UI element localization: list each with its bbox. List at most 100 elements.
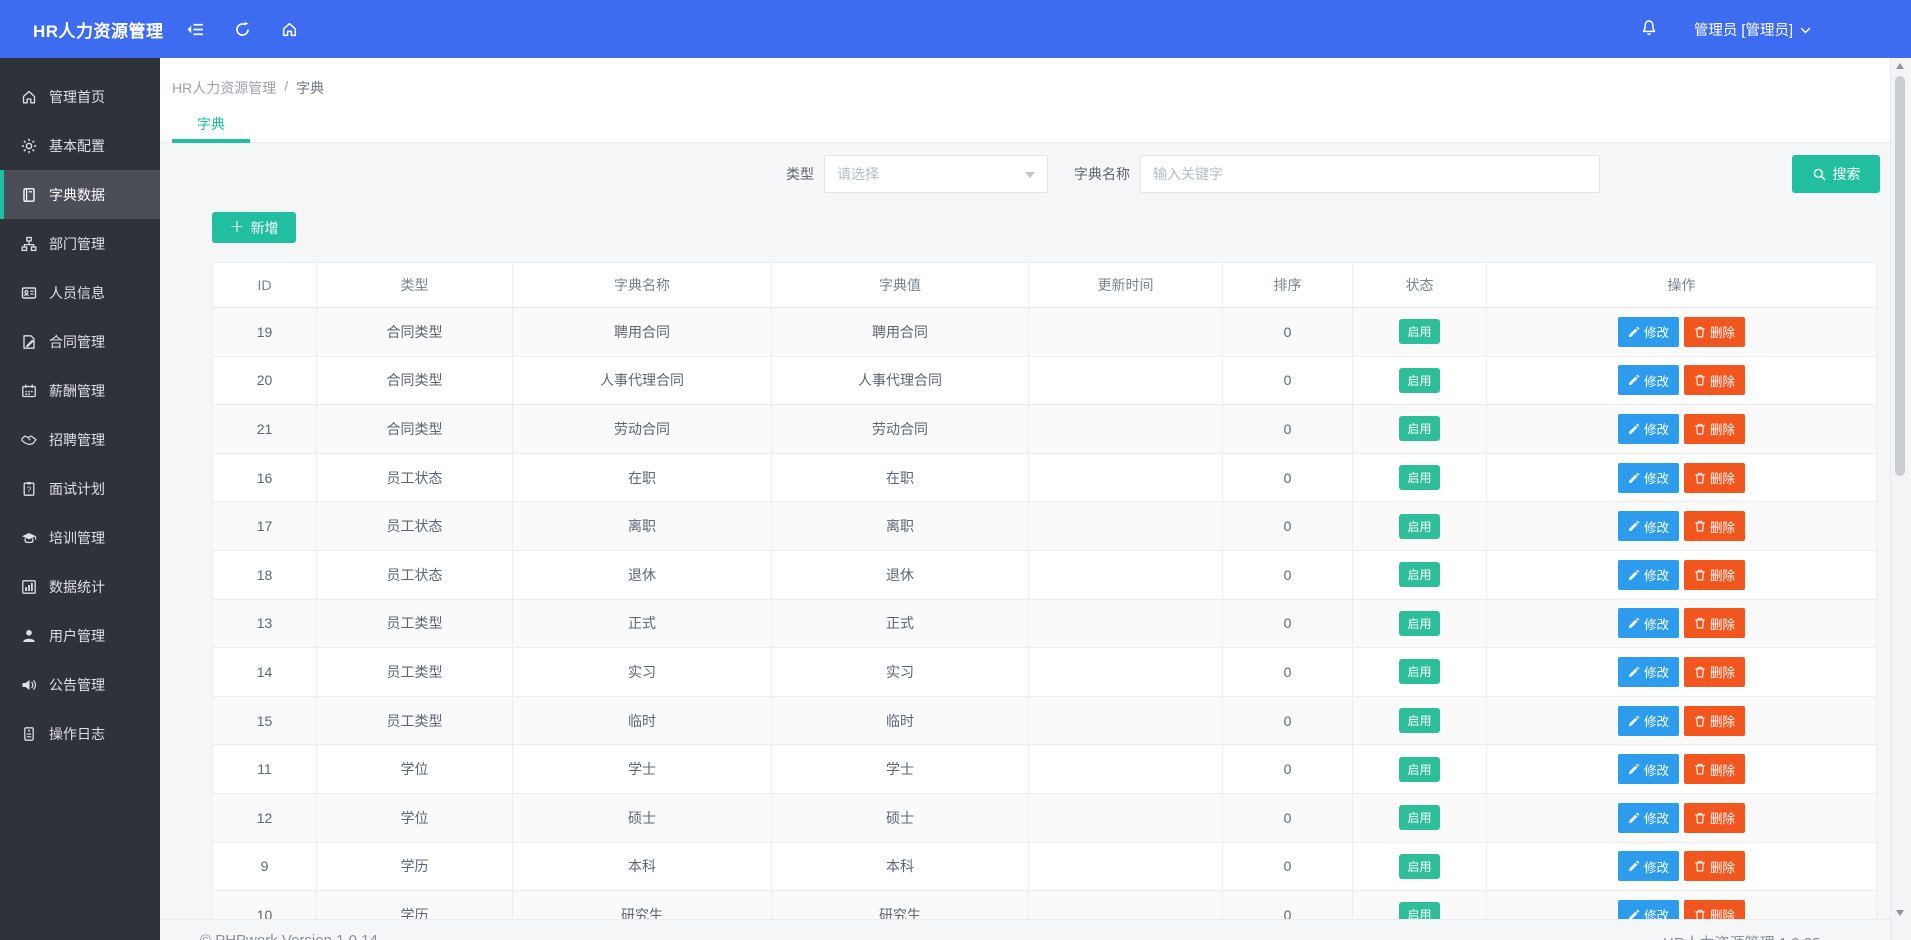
edit-button[interactable]: 修改	[1618, 511, 1679, 541]
delete-button[interactable]: 删除	[1684, 463, 1745, 493]
edit-button[interactable]: 修改	[1618, 608, 1679, 638]
salary-icon	[20, 382, 37, 399]
sidebar-item-2[interactable]: 字典数据	[0, 170, 160, 219]
edit-button[interactable]: 修改	[1618, 365, 1679, 395]
edit-button-label: 修改	[1644, 662, 1669, 681]
cell-updated-time	[1029, 697, 1223, 745]
delete-button[interactable]: 删除	[1684, 560, 1745, 590]
column-label: ID	[258, 277, 272, 293]
cell-dict-value: 退休	[772, 551, 1029, 599]
cell-dict-value: 聘用合同	[772, 308, 1029, 356]
user-menu[interactable]: 管理员 [管理员]	[1694, 19, 1811, 40]
edit-button[interactable]: 修改	[1618, 463, 1679, 493]
sidebar-item-13[interactable]: 操作日志	[0, 709, 160, 758]
delete-button[interactable]: 删除	[1684, 754, 1745, 784]
row-actions: 修改删除	[1618, 803, 1745, 833]
sidebar-item-1[interactable]: 基本配置	[0, 121, 160, 170]
delete-button[interactable]: 删除	[1684, 851, 1745, 881]
footer: © PHPwork Version 1.0.14 HR人力资源管理 1.0.35	[160, 919, 1890, 940]
table-row-10: 12学位硕士硕士0启用修改删除	[213, 794, 1876, 843]
edit-button-label: 修改	[1644, 419, 1669, 438]
cell-dict-name: 本科	[513, 843, 772, 891]
sidebar-item-7[interactable]: 招聘管理	[0, 415, 160, 464]
user-label: 管理员 [管理员]	[1694, 19, 1793, 40]
delete-button-label: 删除	[1710, 565, 1735, 584]
cell-type: 学位	[317, 745, 513, 793]
sidebar-item-3[interactable]: 部门管理	[0, 219, 160, 268]
delete-button[interactable]: 删除	[1684, 414, 1745, 444]
scrollbar-thumb[interactable]	[1895, 76, 1905, 476]
edit-button[interactable]: 修改	[1618, 803, 1679, 833]
row-actions: 修改删除	[1618, 754, 1745, 784]
sidebar-item-0[interactable]: 管理首页	[0, 72, 160, 121]
cell-actions: 修改删除	[1487, 697, 1876, 745]
delete-button[interactable]: 删除	[1684, 317, 1745, 347]
sidebar-item-9[interactable]: 培训管理	[0, 513, 160, 562]
bell-icon[interactable]	[1640, 19, 1660, 39]
sidebar-item-6[interactable]: 薪酬管理	[0, 366, 160, 415]
cell-id: 16	[213, 454, 317, 502]
add-button[interactable]: ＋ 新增	[212, 212, 296, 243]
pencil-icon	[1628, 666, 1640, 678]
dict-name-input[interactable]	[1140, 155, 1600, 193]
sidebar-item-label: 用户管理	[49, 626, 105, 646]
refresh-icon[interactable]	[233, 19, 253, 39]
sidebar-item-12[interactable]: 公告管理	[0, 660, 160, 709]
collapse-sidebar-icon[interactable]	[186, 19, 206, 39]
edit-button-label: 修改	[1644, 565, 1669, 584]
delete-button[interactable]: 删除	[1684, 803, 1745, 833]
cell-type: 员工类型	[317, 697, 513, 745]
scrollbar-up-arrow-icon[interactable]	[1896, 63, 1904, 69]
edit-button[interactable]: 修改	[1618, 706, 1679, 736]
cell-id: 19	[213, 308, 317, 356]
sidebar-item-11[interactable]: 用户管理	[0, 611, 160, 660]
tab-dictionary[interactable]: 字典	[172, 106, 250, 142]
add-button-label: 新增	[251, 218, 279, 238]
edit-button[interactable]: 修改	[1618, 560, 1679, 590]
cell-dict-name: 硕士	[513, 794, 772, 842]
delete-button[interactable]: 删除	[1684, 511, 1745, 541]
trash-icon	[1694, 520, 1706, 532]
cell-type: 学位	[317, 794, 513, 842]
sidebar-item-8[interactable]: ?面试计划	[0, 464, 160, 513]
navbar-right: 管理员 [管理员]	[1640, 0, 1811, 58]
edit-button[interactable]: 修改	[1618, 657, 1679, 687]
edit-button[interactable]: 修改	[1618, 754, 1679, 784]
edit-button[interactable]: 修改	[1618, 414, 1679, 444]
cell-actions: 修改删除	[1487, 405, 1876, 453]
table-row-6: 13员工类型正式正式0启用修改删除	[213, 600, 1876, 649]
delete-button[interactable]: 删除	[1684, 365, 1745, 395]
breadcrumb-root[interactable]: HR人力资源管理	[172, 78, 276, 98]
status-badge: 启用	[1399, 659, 1439, 684]
cell-id: 11	[213, 745, 317, 793]
home-icon[interactable]	[280, 19, 300, 39]
cell-updated-time	[1029, 600, 1223, 648]
trash-icon	[1694, 423, 1706, 435]
cell-actions: 修改删除	[1487, 745, 1876, 793]
delete-button[interactable]: 删除	[1684, 706, 1745, 736]
scrollbar-down-arrow-icon[interactable]	[1896, 910, 1904, 916]
edit-button[interactable]: 修改	[1618, 851, 1679, 881]
cell-sort: 0	[1223, 551, 1353, 599]
column-header-5: 排序	[1223, 263, 1353, 307]
page: HR人力资源管理 管理员 [管理员] 管理首页基本配置字典数据部门管理人员信息合…	[0, 0, 1911, 940]
search-button[interactable]: 搜索	[1792, 155, 1880, 193]
sidebar-item-4[interactable]: 人员信息	[0, 268, 160, 317]
edit-button-label: 修改	[1644, 468, 1669, 487]
delete-button[interactable]: 删除	[1684, 608, 1745, 638]
cell-status: 启用	[1353, 648, 1487, 696]
sidebar-item-10[interactable]: 数据统计	[0, 562, 160, 611]
cell-dict-name: 正式	[513, 600, 772, 648]
column-label: 类型	[401, 275, 429, 295]
cell-dict-name: 劳动合同	[513, 405, 772, 453]
edit-button-label: 修改	[1644, 371, 1669, 390]
sidebar-item-5[interactable]: 合同管理	[0, 317, 160, 366]
edit-button-label: 修改	[1644, 711, 1669, 730]
delete-button[interactable]: 删除	[1684, 657, 1745, 687]
dictionary-table: ID类型字典名称字典值更新时间排序状态操作 19合同类型聘用合同聘用合同0启用修…	[212, 262, 1877, 940]
trash-icon	[1694, 812, 1706, 824]
cell-dict-value: 实习	[772, 648, 1029, 696]
type-select[interactable]: 请选择	[824, 155, 1048, 193]
edit-button[interactable]: 修改	[1618, 317, 1679, 347]
plus-icon: ＋	[229, 220, 244, 235]
